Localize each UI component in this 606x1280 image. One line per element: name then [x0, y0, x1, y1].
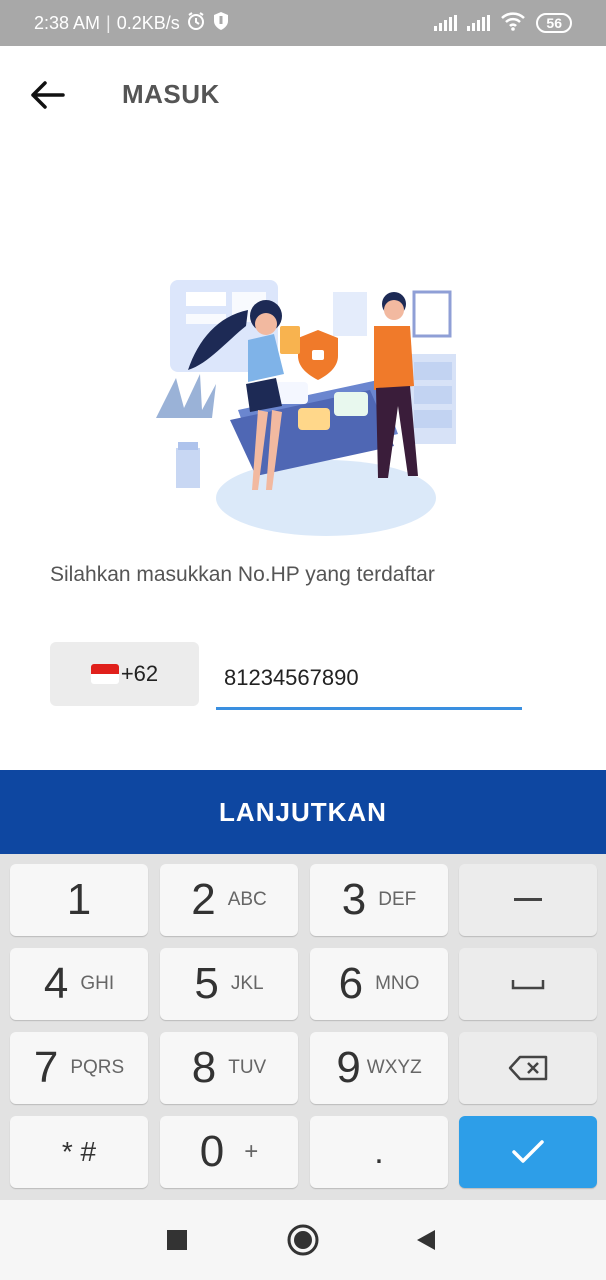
key-digit: * #	[61, 1136, 97, 1167]
key-digit: .	[374, 1132, 384, 1171]
wifi-icon	[500, 11, 526, 36]
key-letters: +	[244, 1138, 259, 1165]
key-digit: 3	[341, 875, 367, 924]
page-title: MASUK	[122, 79, 220, 109]
home-circle-icon	[287, 1224, 319, 1256]
key-letters: GHI	[80, 973, 115, 994]
key-letters: ABC	[227, 889, 267, 910]
signal-icon	[467, 15, 491, 31]
shield-icon	[212, 11, 230, 36]
battery-icon: 56	[536, 13, 572, 33]
arrow-left-icon	[31, 81, 65, 109]
key-letters: JKL	[230, 973, 264, 994]
space-icon	[511, 980, 545, 990]
status-bar: 2:38 AM | 0.2KB/s 56	[0, 0, 606, 46]
key-letters: TUV	[228, 1057, 267, 1078]
key-1[interactable]: 1	[10, 864, 148, 936]
recents-square-icon	[167, 1230, 187, 1250]
key-6[interactable]: 6 MNO	[310, 948, 448, 1020]
key-dot[interactable]: .	[310, 1116, 448, 1188]
key-digit: 7	[33, 1043, 59, 1092]
key-digit: 6	[338, 959, 364, 1008]
key-digit: 0	[199, 1127, 225, 1176]
key-letters: WXYZ	[366, 1057, 422, 1078]
key-2[interactable]: 2 ABC	[160, 864, 298, 936]
instruction-text: Silahkan masukkan No.HP yang terdaftar	[50, 563, 435, 586]
key-7[interactable]: 7 PQRS	[10, 1032, 148, 1104]
signal-icon	[434, 15, 458, 31]
indonesia-flag-icon	[90, 664, 119, 684]
back-button[interactable]	[26, 74, 68, 116]
phone-number-input[interactable]	[216, 648, 522, 710]
minus-icon	[514, 898, 542, 901]
continue-button[interactable]: LANJUTKAN	[0, 770, 606, 854]
key-8[interactable]: 8 TUV	[160, 1032, 298, 1104]
key-digit: 4	[43, 959, 69, 1008]
check-icon	[512, 1140, 544, 1163]
key-9[interactable]: 9 WXYZ	[310, 1032, 448, 1104]
status-right: 56	[434, 11, 572, 36]
country-code-label: +62	[120, 661, 159, 686]
key-letters: DEF	[378, 889, 417, 910]
key-letters: MNO	[375, 973, 420, 994]
key-0[interactable]: 0 +	[160, 1116, 298, 1188]
status-time: 2:38 AM	[34, 12, 101, 33]
key-digit: 5	[194, 959, 219, 1008]
country-code-selector[interactable]: +62	[50, 642, 199, 706]
key-digit: 1	[66, 875, 92, 924]
status-net-speed: 0.2KB/s	[116, 12, 180, 33]
key-letters: PQRS	[70, 1057, 125, 1078]
key-star-hash[interactable]: * #	[10, 1116, 148, 1188]
back-triangle-icon	[417, 1230, 435, 1250]
status-divider: |	[106, 12, 111, 33]
done-key[interactable]	[459, 1116, 597, 1188]
alarm-icon	[186, 11, 206, 36]
status-left: 2:38 AM | 0.2KB/s	[34, 11, 230, 36]
key-digit: 9	[336, 1043, 361, 1092]
key-digit: 2	[191, 875, 216, 924]
key-4[interactable]: 4 GHI	[10, 948, 148, 1020]
numeric-keypad: 1 2 ABC 3 DEF 4 GHI 5 JKL 6 MNO 7 PQRS 8…	[0, 854, 606, 1200]
recents-button[interactable]	[159, 1222, 195, 1258]
backspace-key[interactable]	[459, 1032, 597, 1104]
back-nav-button[interactable]	[408, 1222, 444, 1258]
system-nav-bar	[0, 1200, 606, 1280]
key-5[interactable]: 5 JKL	[160, 948, 298, 1020]
space-key[interactable]	[459, 948, 597, 1020]
backspace-icon	[508, 1055, 548, 1081]
minus-key[interactable]	[459, 864, 597, 936]
security-illustration	[148, 270, 468, 550]
app-bar: MASUK	[0, 46, 606, 142]
home-button[interactable]	[285, 1222, 321, 1258]
key-digit: 8	[191, 1043, 217, 1092]
key-3[interactable]: 3 DEF	[310, 864, 448, 936]
